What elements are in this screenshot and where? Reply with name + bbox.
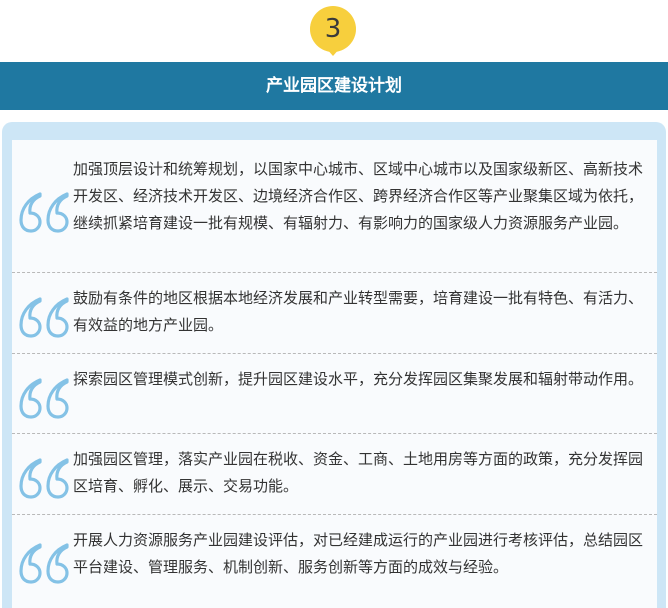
quote-mark-icon: [19, 297, 69, 338]
list-item: 鼓励有条件的地区根据本地经济发展和产业转型需要，培育建设一批有特色、有活力、有效…: [12, 273, 657, 354]
item-text: 加强顶层设计和统筹规划，以国家中心城市、区域中心城市以及国家级新区、高新技术开发…: [73, 160, 644, 232]
list-item: 加强顶层设计和统筹规划，以国家中心城市、区域中心城市以及国家级新区、高新技术开发…: [12, 140, 657, 273]
list-item: 加强园区管理，落实产业园在税收、资金、工商、土地用房等方面的政策，充分发挥园区培…: [12, 434, 657, 515]
section-number: 3: [324, 14, 342, 44]
list-item: 开展人力资源服务产业园建设评估，对已经建成运行的产业园进行考核评估，总结园区平台…: [12, 515, 657, 608]
item-text: 开展人力资源服务产业园建设评估，对已经建成运行的产业园进行考核评估，总结园区平台…: [73, 531, 644, 576]
section-title-banner: 产业园区建设计划: [0, 62, 668, 110]
content-card: 加强顶层设计和统筹规划，以国家中心城市、区域中心城市以及国家级新区、高新技术开发…: [12, 140, 657, 608]
item-text: 鼓励有条件的地区根据本地经济发展和产业转型需要，培育建设一批有特色、有活力、有效…: [73, 289, 644, 334]
section-title: 产业园区建设计划: [266, 76, 402, 96]
list-item: 探索园区管理模式创新，提升园区建设水平，充分发挥园区集聚发展和辐射带动作用。: [12, 354, 657, 434]
badge-pointer: [326, 48, 340, 56]
section-number-badge: 3: [310, 6, 356, 52]
item-text: 探索园区管理模式创新，提升园区建设水平，充分发挥园区集聚发展和辐射带动作用。: [73, 370, 644, 388]
item-text: 加强园区管理，落实产业园在税收、资金、工商、土地用房等方面的政策，充分发挥园区培…: [73, 450, 644, 495]
quote-mark-icon: [19, 192, 69, 233]
content-panel: 加强顶层设计和统筹规划，以国家中心城市、区域中心城市以及国家级新区、高新技术开发…: [2, 122, 666, 608]
quote-mark-icon: [19, 543, 69, 584]
quote-mark-icon: [19, 378, 69, 419]
page: 3 产业园区建设计划 加强顶层设计和统筹规划，以国家中心城市、区域中心城市以及国…: [0, 0, 668, 608]
quote-mark-icon: [19, 458, 69, 499]
